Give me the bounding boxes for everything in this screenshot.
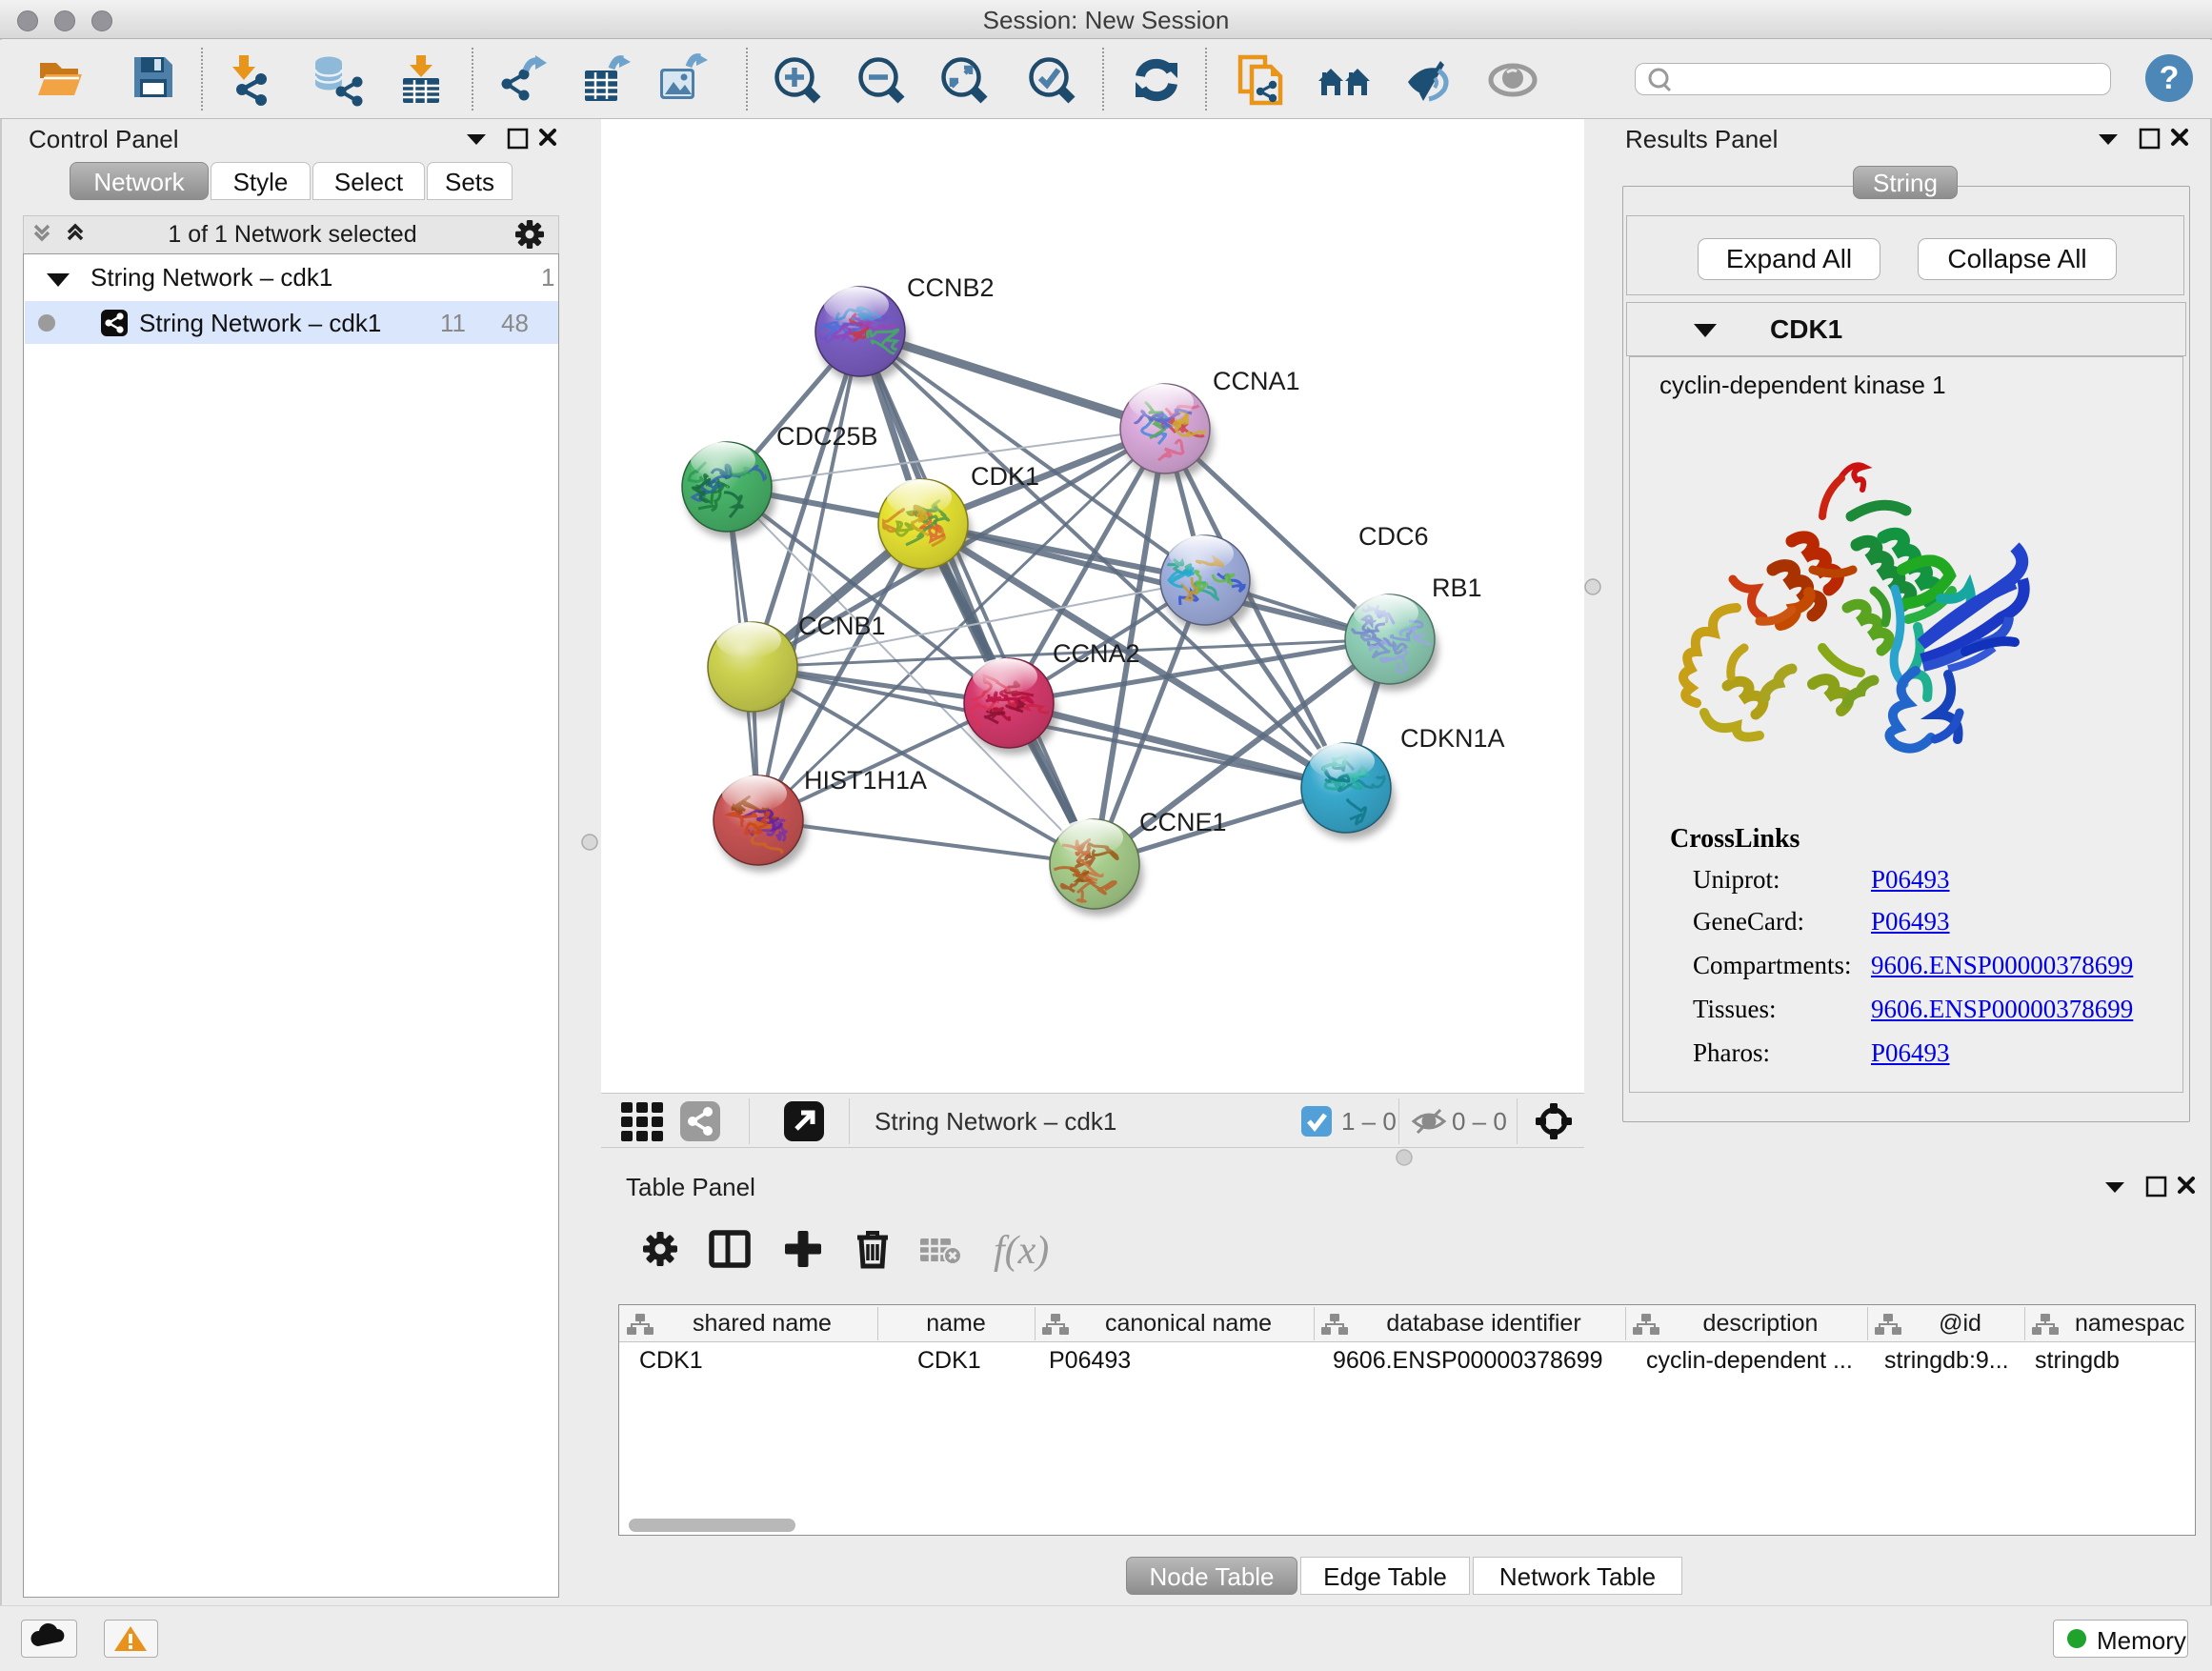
svg-text:CCNA2: CCNA2 [1053,639,1140,668]
svg-text:?: ? [2160,60,2180,96]
svg-text:CDK1: CDK1 [971,462,1039,491]
svg-text:f(x): f(x) [994,1229,1049,1273]
svg-text:CCNE1: CCNE1 [1139,808,1227,836]
svg-text:RB1: RB1 [1432,574,1482,602]
svg-text:CCNB2: CCNB2 [907,273,995,302]
svg-text:1 of 1 Network selected: 1 of 1 Network selected [168,221,416,248]
svg-text:CDKN1A: CDKN1A [1400,724,1505,753]
svg-text:CCNB1: CCNB1 [798,612,886,640]
svg-text:HIST1H1A: HIST1H1A [804,766,927,795]
svg-text:CDC25B: CDC25B [776,422,878,451]
svg-text:CDC6: CDC6 [1358,522,1429,551]
svg-text:CCNA1: CCNA1 [1213,367,1300,395]
